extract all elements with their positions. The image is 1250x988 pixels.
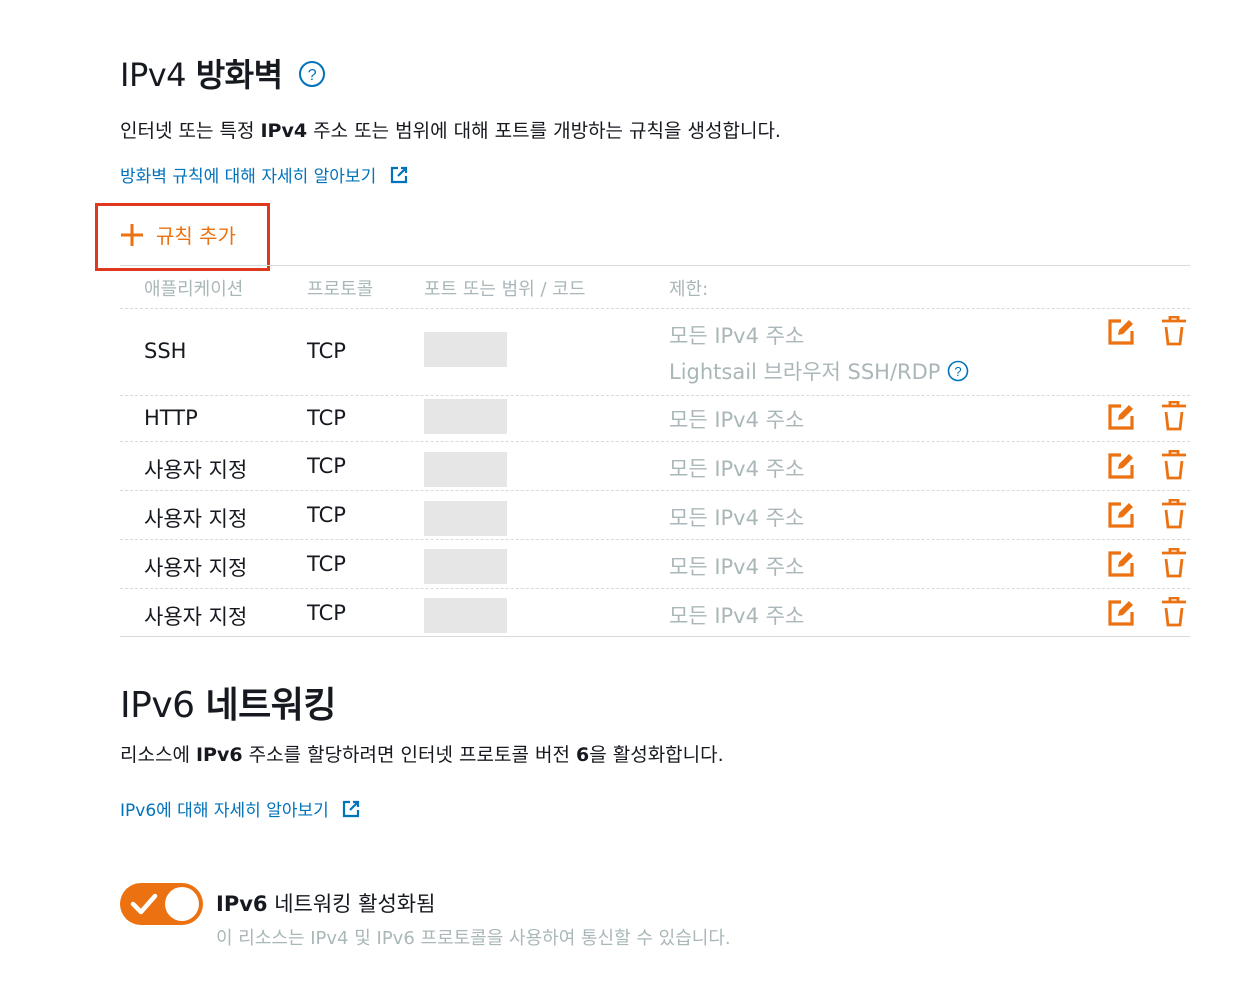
row-separator — [120, 490, 1190, 491]
ipv6-networking-toggle[interactable] — [120, 883, 203, 925]
table-row-port-redacted — [424, 399, 507, 434]
ipv4-desc-post: 주소 또는 범위에 대해 포트를 개방하는 규칙을 생성합니다. — [307, 120, 781, 142]
table-row-protocol: TCP — [307, 601, 346, 625]
table-row-app: 사용자 지정 — [144, 507, 248, 531]
trash-icon[interactable] — [1160, 401, 1188, 431]
table-row-restriction: 모든 IPv4 주소 — [669, 324, 805, 348]
trash-icon[interactable] — [1160, 450, 1188, 480]
ipv6-desc-mid: 주소를 할당하려면 인터넷 프로토콜 버전 — [242, 744, 576, 766]
svg-text:?: ? — [308, 67, 317, 84]
toggle-label-rest: 네트워킹 활성화됨 — [267, 892, 436, 916]
table-row-restriction: 모든 IPv4 주소 — [669, 604, 805, 628]
row-separator — [120, 308, 1190, 309]
ipv6-learn-more-text[interactable]: IPv6에 대해 자세히 알아보기 — [120, 801, 329, 821]
trash-icon[interactable] — [1160, 316, 1188, 346]
table-row-restriction-extra: Lightsail 브라우저 SSH/RDP ? — [669, 356, 969, 386]
add-rule-button[interactable]: 규칙 추가 — [120, 220, 236, 249]
ipv4-learn-more-text[interactable]: 방화벽 규칙에 대해 자세히 알아보기 — [120, 167, 376, 187]
table-row-protocol: TCP — [307, 503, 346, 527]
row-separator — [120, 395, 1190, 396]
help-circle-icon[interactable]: ? — [298, 60, 326, 88]
row-separator — [120, 588, 1190, 589]
table-top-border — [120, 265, 1190, 266]
ipv4-title: IPv4 방화벽 ? — [120, 50, 326, 96]
ipv6-title-strong: 네트워킹 — [205, 685, 336, 726]
ipv4-learn-more-link[interactable]: 방화벽 규칙에 대해 자세히 알아보기 — [120, 162, 408, 187]
table-row-protocol: TCP — [307, 454, 346, 478]
ipv6-title: IPv6 네트워킹 — [120, 676, 336, 728]
table-row-protocol: TCP — [307, 339, 346, 363]
table-row-port-redacted — [424, 549, 507, 584]
ipv6-description: 리소스에 IPv6 주소를 할당하려면 인터넷 프로토콜 버전 6을 활성화합니… — [120, 740, 724, 767]
trash-icon[interactable] — [1160, 499, 1188, 529]
external-link-icon — [390, 166, 407, 184]
table-row-protocol: TCP — [307, 552, 346, 576]
table-row-restriction: 모든 IPv4 주소 — [669, 555, 805, 579]
table-bottom-border — [120, 636, 1190, 637]
ipv6-toggle-description: 이 리소스는 IPv4 및 IPv6 프로토콜을 사용하여 통신할 수 있습니다… — [216, 928, 731, 949]
svg-text:?: ? — [955, 364, 962, 379]
trash-icon[interactable] — [1160, 548, 1188, 578]
column-header-application: 애플리케이션 — [144, 279, 244, 300]
ipv6-title-prefix: IPv6 — [120, 685, 206, 726]
table-row-restriction: 모든 IPv4 주소 — [669, 506, 805, 530]
table-row-app: 사용자 지정 — [144, 605, 248, 629]
restriction-extra-label: Lightsail 브라우저 SSH/RDP — [669, 360, 941, 384]
toggle-label-bold: IPv6 — [216, 892, 268, 916]
ipv6-desc-bold2: 6 — [575, 744, 590, 766]
column-header-protocol: 프로토콜 — [307, 279, 374, 300]
table-row-port-redacted — [424, 598, 507, 633]
ipv4-title-strong: 방화벽 — [195, 56, 283, 94]
external-link-icon — [343, 800, 360, 818]
add-rule-label: 규칙 추가 — [156, 224, 236, 248]
table-row-port-redacted — [424, 452, 507, 487]
trash-icon[interactable] — [1160, 597, 1188, 627]
ipv6-learn-more-link[interactable]: IPv6에 대해 자세히 알아보기 — [120, 796, 360, 821]
column-header-restriction: 제한: — [669, 279, 709, 300]
plus-icon — [121, 223, 143, 246]
edit-icon[interactable] — [1107, 548, 1135, 578]
edit-icon[interactable] — [1107, 450, 1135, 480]
table-row-app: SSH — [144, 339, 187, 363]
edit-icon[interactable] — [1107, 499, 1135, 529]
table-row-protocol: TCP — [307, 406, 346, 430]
edit-icon[interactable] — [1107, 401, 1135, 431]
row-separator — [120, 539, 1190, 540]
table-row-app: HTTP — [144, 406, 198, 430]
ipv6-desc-post: 을 활성화합니다. — [589, 744, 724, 766]
table-row-port-redacted — [424, 501, 507, 536]
ipv4-desc-pre: 인터넷 또는 특정 — [120, 120, 261, 142]
ipv6-toggle-label: IPv6 네트워킹 활성화됨 — [216, 888, 435, 918]
table-row-app: 사용자 지정 — [144, 556, 248, 580]
table-row-port-redacted — [424, 332, 507, 367]
edit-icon[interactable] — [1107, 316, 1135, 346]
ipv6-desc-bold: IPv6 — [195, 744, 243, 766]
table-row-app: 사용자 지정 — [144, 458, 248, 482]
ipv4-title-prefix: IPv4 — [120, 56, 196, 94]
help-circle-icon[interactable]: ? — [947, 360, 969, 382]
column-header-port: 포트 또는 범위 / 코드 — [424, 279, 586, 300]
row-separator — [120, 441, 1190, 442]
table-row-restriction: 모든 IPv4 주소 — [669, 408, 805, 432]
toggle-knob — [165, 887, 199, 921]
edit-icon[interactable] — [1107, 597, 1135, 627]
ipv4-description: 인터넷 또는 특정 IPv4 주소 또는 범위에 대해 포트를 개방하는 규칙을… — [120, 116, 781, 143]
ipv6-desc-pre: 리소스에 — [120, 744, 196, 766]
table-row-restriction: 모든 IPv4 주소 — [669, 457, 805, 481]
check-icon — [130, 893, 158, 915]
ipv4-desc-bold: IPv4 — [260, 120, 308, 142]
